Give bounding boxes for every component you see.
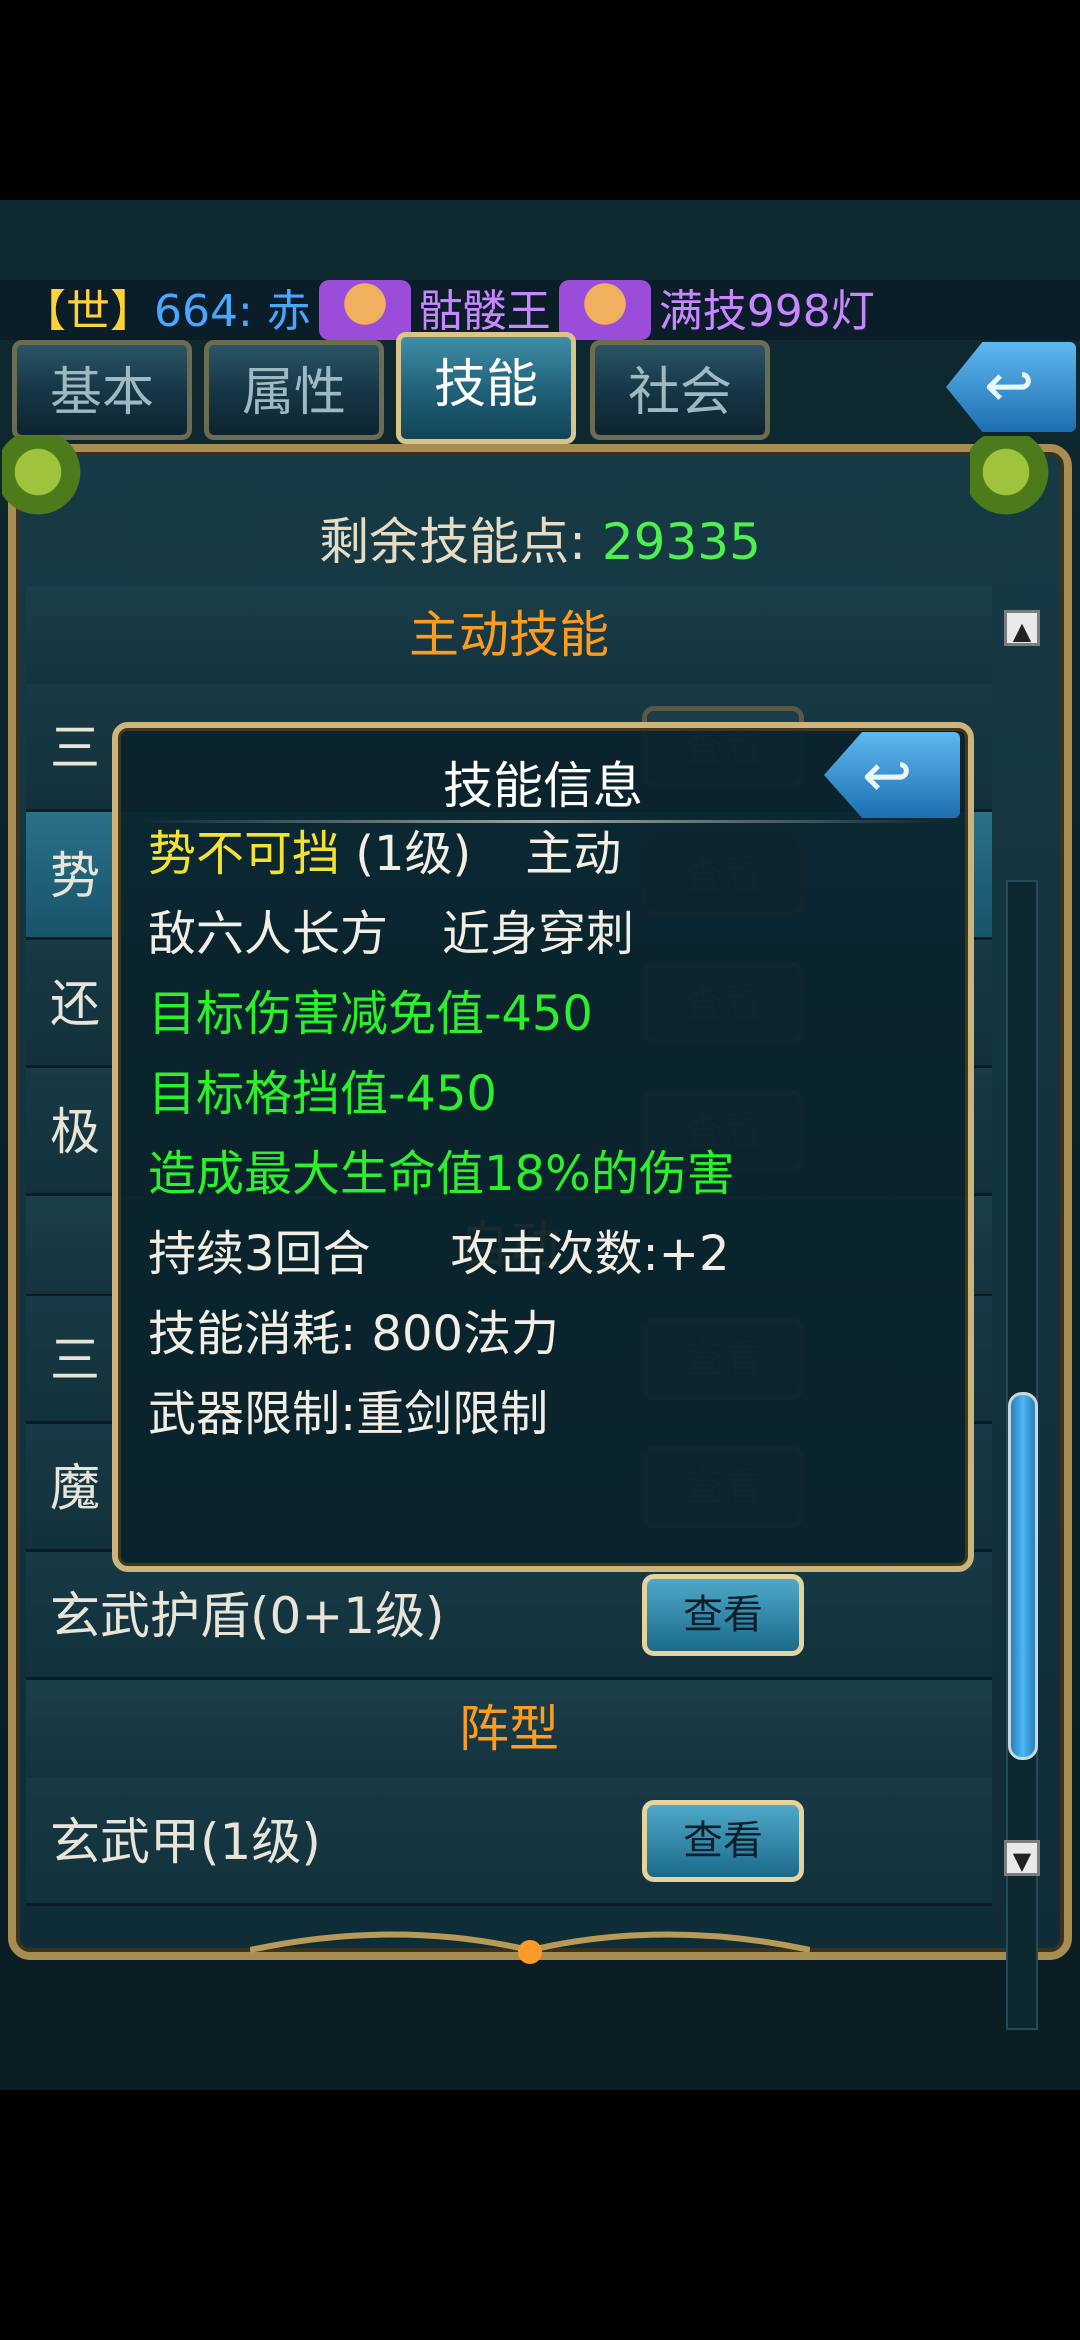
fox-avatar-icon [318, 280, 411, 340]
skill-name: 玄武甲(1级) [50, 1813, 321, 1871]
skill-name: 极 [50, 1103, 100, 1161]
fox-avatar-icon [558, 280, 651, 340]
tab-attributes[interactable]: 属性 [204, 340, 384, 440]
skill-header-line: 势不可挡 (1级) 主动 [148, 824, 621, 884]
skill-hits: 攻击次数:+2 [450, 1226, 730, 1282]
view-button[interactable]: 查看 [642, 1574, 804, 1656]
skill-type: 主动 [525, 826, 622, 882]
skill-name: 三 [50, 1331, 100, 1389]
world-chat-ticker: 【世】664: 赤 骷髅王 满技998灯 [0, 280, 1080, 340]
skill-duration: 持续3回合 [148, 1226, 371, 1282]
skill-info-popup: 技能信息 ↩ 势不可挡 (1级) 主动 敌六人长方 近身穿刺 目标伤害减免值-450… [112, 722, 974, 1572]
ornament-icon [250, 1931, 810, 1964]
skill-attack-type: 近身穿刺 [442, 906, 635, 962]
game-screen: 【世】664: 赤 骷髅王 满技998灯 基本 属性 技能 社会 ↩ 剩余技能点: … [0, 200, 1080, 2090]
skill-effect: 目标伤害减免值-450 [148, 986, 593, 1042]
back-arrow-icon: ↩ [862, 741, 913, 811]
skill-points: 剩余技能点: 29335 [0, 502, 1080, 574]
skill-name: 势不可挡 [148, 826, 341, 882]
chat-text: 664: 赤 [154, 286, 311, 337]
chat-channel-tag: 【世】 [22, 286, 154, 337]
skill-name: 还 [50, 975, 100, 1033]
skill-weapon-restriction: 武器限制:重剑限制 [148, 1386, 549, 1442]
skill-name: 势 [50, 847, 100, 905]
close-back-button[interactable]: ↩ [946, 342, 1076, 432]
scroll-up-arrow-icon[interactable]: ▲ [1004, 610, 1040, 646]
skill-row: 玄武甲(1级) 查看 [26, 1778, 992, 1906]
skill-duration-line: 持续3回合 攻击次数:+2 [148, 1224, 729, 1284]
section-formation: 阵型 [26, 1680, 992, 1780]
tab-skills[interactable]: 技能 [396, 332, 576, 444]
scroll-down-arrow-icon[interactable]: ▼ [1004, 1840, 1040, 1876]
scrollbar-thumb[interactable] [1008, 1392, 1038, 1760]
chat-player-name: 骷髅王 [418, 286, 551, 337]
skill-cost: 技能消耗: 800法力 [148, 1306, 560, 1362]
back-arrow-icon: ↩ [984, 351, 1035, 421]
chat-player-name: 满技998灯 [658, 286, 875, 337]
tab-social[interactable]: 社会 [590, 340, 770, 440]
section-active-skills: 主动技能 [26, 586, 992, 686]
skill-effect: 目标格挡值-450 [148, 1066, 497, 1122]
skill-points-label: 剩余技能点: [319, 513, 586, 571]
popup-close-button[interactable]: ↩ [824, 732, 960, 818]
skill-level: (1级) [355, 826, 472, 882]
skill-effect: 造成最大生命值18%的伤害 [148, 1146, 735, 1202]
tab-basic[interactable]: 基本 [12, 340, 192, 440]
skill-points-value: 29335 [601, 513, 761, 571]
divider [142, 820, 944, 823]
view-button[interactable]: 查看 [642, 1800, 804, 1882]
skill-name: 三 [50, 719, 100, 777]
skill-target: 敌六人长方 [148, 906, 389, 962]
skill-target-line: 敌六人长方 近身穿刺 [148, 904, 634, 964]
skill-name: 魔 [50, 1459, 100, 1517]
